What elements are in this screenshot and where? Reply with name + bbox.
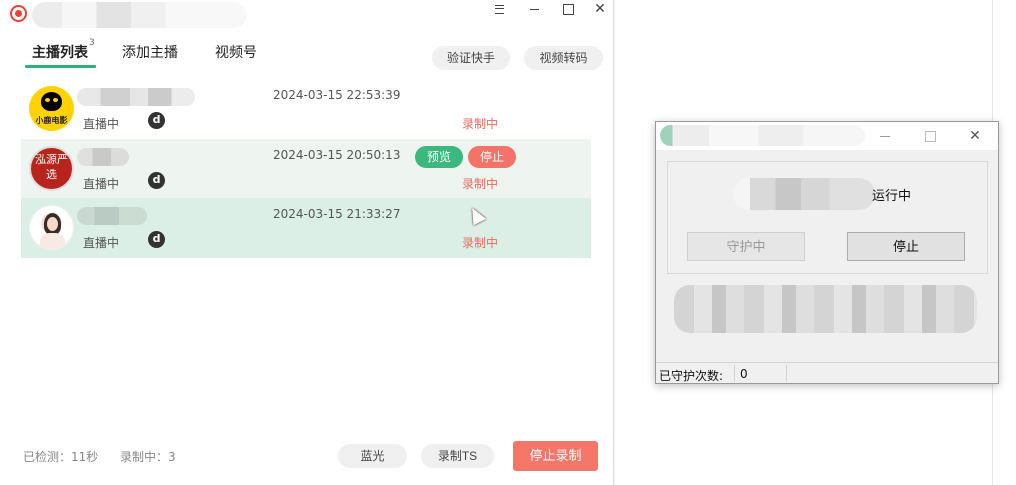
close-icon[interactable]: ✕ (965, 126, 985, 146)
guard-status-text: 运行中 (872, 189, 912, 204)
stop-guard-button[interactable]: 停止 (847, 232, 965, 261)
active-tab-indicator (25, 65, 96, 68)
guard-count-label: 已守护次数: (659, 369, 724, 383)
maximize-icon[interactable] (920, 126, 940, 146)
streamer-avatar (29, 205, 74, 250)
streamer-row[interactable]: 直播中 d 2024-03-15 21:33:27 录制中 (21, 198, 591, 258)
status-separator (786, 365, 787, 382)
streamer-row[interactable]: 小鹿电影 直播中 d 2024-03-15 22:53:39 录制中 (21, 79, 591, 139)
recording-status: 录制中 (462, 117, 499, 131)
streamer-name-redacted (77, 88, 195, 106)
guarding-button[interactable]: 守护中 (687, 232, 805, 261)
tab-streamer-list[interactable]: 主播列表 (32, 42, 88, 62)
dialog-status-bar: 已守护次数: 0 (656, 362, 998, 383)
recording-count-text: 录制中：3 (120, 450, 176, 464)
close-icon[interactable]: ✕ (584, 0, 616, 18)
douyin-platform-icon: d (148, 172, 165, 189)
recording-status: 录制中 (462, 177, 499, 191)
record-app-icon (10, 5, 27, 22)
douyin-platform-icon: d (148, 231, 165, 248)
window-title-redacted (32, 2, 247, 28)
guard-dialog: ✕ 运行中 守护中 停止 已守护次数: 0 (655, 121, 999, 384)
live-status: 直播中 (83, 117, 120, 131)
tab-video-channel[interactable]: 视频号 (215, 42, 257, 62)
tab-add-streamer[interactable]: 添加主播 (122, 42, 178, 62)
streamer-name-redacted (77, 148, 129, 166)
tab-streamer-count-badge: 3 (89, 38, 95, 48)
start-time: 2024-03-15 22:53:39 (273, 88, 401, 102)
douyin-platform-icon: d (148, 112, 165, 129)
stop-button[interactable]: 停止 (468, 146, 516, 168)
preview-button[interactable]: 预览 (415, 146, 463, 168)
guard-count-value: 0 (740, 367, 748, 381)
menu-icon[interactable] (483, 0, 515, 18)
start-time: 2024-03-15 20:50:13 (273, 148, 401, 162)
avatar-portrait-face (47, 217, 58, 231)
streamer-name-redacted (77, 207, 147, 225)
streamer-avatar: 泓源严选 (29, 146, 74, 191)
dialog-title-bar: ✕ (656, 122, 998, 150)
avatar-logo-text: 泓源严选 (35, 153, 68, 181)
maximize-icon[interactable] (552, 0, 584, 18)
pumpkin-logo-icon (41, 92, 62, 111)
start-time: 2024-03-15 21:33:27 (273, 207, 401, 221)
minimize-icon[interactable] (875, 126, 895, 146)
avatar-portrait-body (40, 233, 65, 249)
avatar-logo-text: 小鹿电影 (35, 116, 68, 125)
bluray-quality-button[interactable]: 蓝光 (338, 444, 407, 468)
main-window: ✕ 主播列表 3 添加主播 视频号 验证快手 视频转码 小鹿电影 直播中 d 2… (0, 0, 614, 485)
status-separator (734, 365, 735, 382)
title-bar: ✕ (0, 0, 616, 28)
streamer-row[interactable]: 泓源严选 直播中 d 2024-03-15 20:50:13 预览 停止 录制中 (21, 139, 591, 199)
video-transcode-button[interactable]: 视频转码 (524, 46, 603, 70)
live-status: 直播中 (83, 177, 120, 191)
guard-info-redacted (674, 285, 977, 333)
record-ts-button[interactable]: 录制TS (421, 444, 494, 468)
minimize-icon[interactable] (519, 0, 551, 18)
recording-status: 录制中 (462, 236, 499, 250)
live-status: 直播中 (83, 236, 120, 250)
stop-recording-button[interactable]: 停止录制 (513, 441, 598, 471)
status-text-redacted (733, 178, 875, 210)
dialog-title-redacted (660, 125, 865, 146)
streamer-avatar: 小鹿电影 (29, 86, 74, 131)
verify-kuaishou-button[interactable]: 验证快手 (432, 46, 510, 70)
check-elapsed-text: 已检测：11秒 (23, 450, 99, 464)
